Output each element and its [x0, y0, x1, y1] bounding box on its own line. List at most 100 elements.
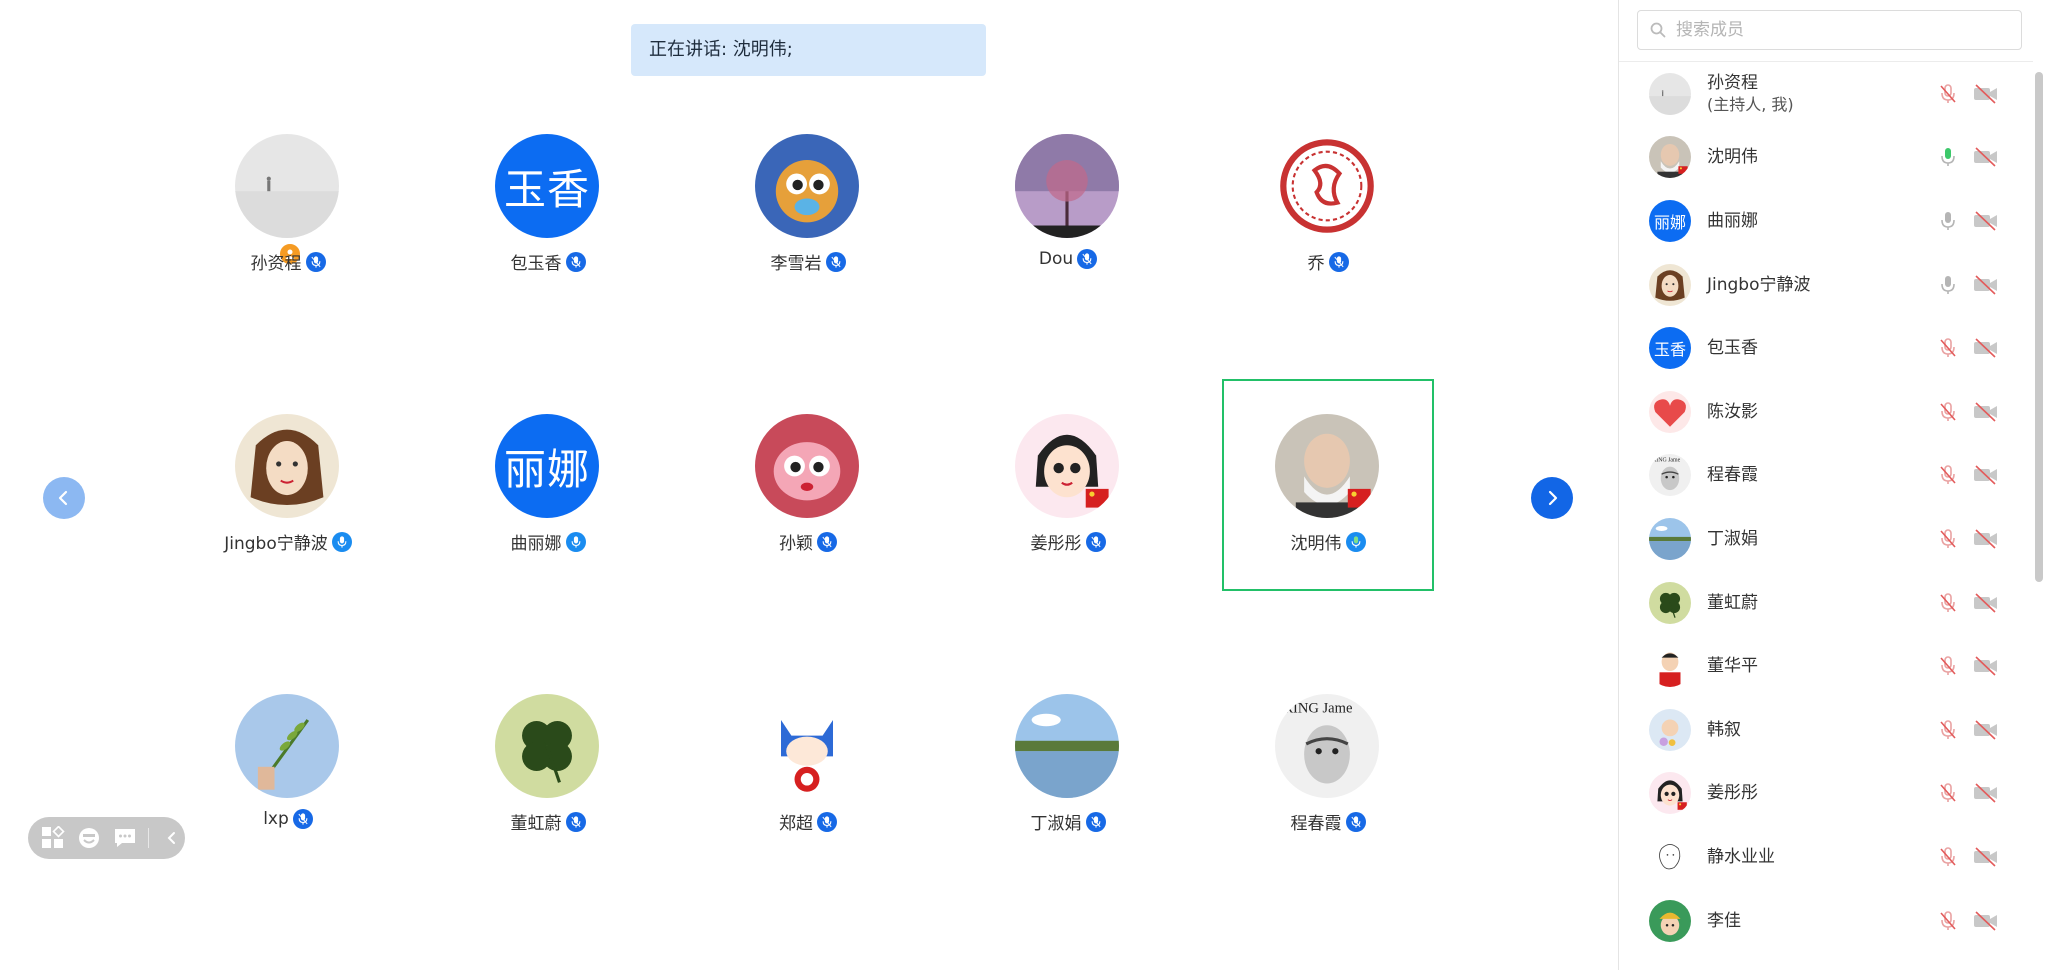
svg-text:A: A: [802, 722, 813, 738]
participant-name-row: Jingbo宁静波: [183, 529, 393, 554]
participant-avatar: [1275, 134, 1379, 238]
mic-muted-icon[interactable]: [1937, 464, 1959, 486]
camera-off-icon[interactable]: [1973, 464, 1999, 486]
camera-off-icon[interactable]: [1973, 337, 1999, 359]
member-name: Jingbo宁静波: [1707, 274, 1811, 295]
member-row[interactable]: 董虹蔚: [1619, 571, 2033, 635]
member-row[interactable]: 姜彤彤: [1619, 762, 2033, 826]
participant-tile[interactable]: RING Jame 程春霞: [1223, 694, 1433, 904]
mic-muted-icon: [817, 811, 837, 832]
member-row[interactable]: 沈明伟: [1619, 126, 2033, 190]
mic-muted-icon[interactable]: [1937, 401, 1959, 423]
member-row[interactable]: 董华平: [1619, 634, 2033, 698]
camera-off-icon[interactable]: [1973, 401, 1999, 423]
participant-name: 包玉香: [510, 254, 562, 274]
chat-icon[interactable]: [112, 825, 138, 851]
mic-muted-icon[interactable]: [1937, 846, 1959, 868]
mic-muted-icon: [817, 531, 837, 552]
layout-icon[interactable]: [40, 825, 66, 851]
member-avatar: [1649, 517, 1691, 560]
participant-tile[interactable]: 董虹蔚: [443, 694, 653, 904]
member-row[interactable]: 丁淑娟: [1619, 507, 2033, 571]
mic-muted-icon[interactable]: [1937, 655, 1959, 677]
participant-tile[interactable]: 玉香 包玉香: [443, 134, 653, 344]
camera-off-icon[interactable]: [1973, 274, 1999, 296]
mic-icon[interactable]: [1937, 210, 1959, 232]
mic-muted-icon[interactable]: [1937, 337, 1959, 359]
camera-off-icon[interactable]: [1973, 83, 1999, 105]
mic-muted-icon[interactable]: [1937, 592, 1959, 614]
participant-tile[interactable]: Jingbo宁静波: [183, 414, 393, 624]
member-row[interactable]: 陈汝影: [1619, 380, 2033, 444]
search-box[interactable]: [1637, 10, 2022, 50]
next-page-button[interactable]: [1531, 477, 1573, 519]
camera-off-icon[interactable]: [1973, 719, 1999, 741]
camera-off-icon[interactable]: [1973, 782, 1999, 804]
member-list-scrollbar[interactable]: [2035, 72, 2043, 582]
camera-off-icon[interactable]: [1973, 846, 1999, 868]
mic-muted-icon[interactable]: [1937, 83, 1959, 105]
participant-name: 董虹蔚: [510, 814, 562, 834]
member-row[interactable]: Jingbo宁静波: [1619, 253, 2033, 317]
member-row[interactable]: 静水业业: [1619, 825, 2033, 889]
participant-tile[interactable]: 丁淑娟: [963, 694, 1173, 904]
participant-tile[interactable]: 孙资程: [183, 134, 393, 344]
participant-tile[interactable]: A 郑超: [703, 694, 913, 904]
participant-avatar: [495, 694, 599, 798]
mic-muted-icon[interactable]: [1937, 910, 1959, 932]
mic-muted-icon[interactable]: [1937, 782, 1959, 804]
member-search-input[interactable]: [1674, 19, 2008, 41]
participant-tile[interactable]: Dou: [963, 134, 1173, 344]
emoji-icon[interactable]: [76, 825, 102, 851]
participant-name: 程春霞: [1290, 814, 1342, 834]
participant-tile[interactable]: 孙颖: [703, 414, 913, 624]
member-name-block: Jingbo宁静波: [1707, 274, 1811, 296]
participant-tile[interactable]: 丽娜 曲丽娜: [443, 414, 653, 624]
member-row[interactable]: 丽娜 曲丽娜: [1619, 189, 2033, 253]
participant-name-row: 孙资程: [183, 249, 393, 274]
member-role: (主持人, 我): [1707, 94, 1794, 114]
participant-name-row: Dou: [963, 249, 1173, 269]
participant-tile[interactable]: 姜彤彤: [963, 414, 1173, 624]
participant-avatar: [755, 134, 859, 238]
chevron-left-icon: [58, 490, 68, 506]
member-name: 丁淑娟: [1707, 528, 1758, 549]
member-avatar: [1649, 72, 1691, 115]
mic-muted-icon[interactable]: [1937, 719, 1959, 741]
member-name: 姜彤彤: [1707, 783, 1758, 804]
mic-muted-icon: [565, 251, 586, 272]
mic-icon[interactable]: [1937, 146, 1959, 168]
member-avatar: [1649, 708, 1691, 751]
member-name-block: 包玉香: [1707, 337, 1758, 359]
member-name: 程春霞: [1707, 465, 1758, 486]
participant-name: 乔: [1307, 254, 1325, 274]
member-row[interactable]: 玉香 包玉香: [1619, 316, 2033, 380]
participant-name-row: 郑超: [703, 809, 913, 834]
member-row[interactable]: RING Jame 程春霞: [1619, 444, 2033, 508]
participant-tile[interactable]: lxp: [183, 694, 393, 904]
mic-icon[interactable]: [1937, 274, 1959, 296]
collapse-icon[interactable]: [159, 825, 185, 851]
participant-avatar: A: [755, 694, 859, 798]
participant-tile[interactable]: 乔: [1223, 134, 1433, 344]
prev-page-button[interactable]: [43, 477, 85, 519]
participant-tile[interactable]: 李雪岩: [703, 134, 913, 344]
participant-name: 孙资程: [250, 254, 302, 274]
toolbar-divider: [148, 828, 149, 848]
participant-name: 姜彤彤: [1030, 534, 1082, 554]
member-row[interactable]: 李佳: [1619, 889, 2033, 953]
member-avatar: 丽娜: [1649, 199, 1691, 242]
camera-off-icon[interactable]: [1973, 910, 1999, 932]
member-row[interactable]: 韩叙: [1619, 698, 2033, 762]
camera-off-icon[interactable]: [1973, 210, 1999, 232]
mic-muted-icon[interactable]: [1937, 528, 1959, 550]
member-name: 董虹蔚: [1707, 592, 1758, 613]
camera-off-icon[interactable]: [1973, 655, 1999, 677]
camera-off-icon[interactable]: [1973, 528, 1999, 550]
member-name: 陈汝影: [1707, 401, 1758, 422]
member-avatar: [1649, 772, 1691, 815]
participant-name-row: 程春霞: [1223, 809, 1433, 834]
camera-off-icon[interactable]: [1973, 592, 1999, 614]
camera-off-icon[interactable]: [1973, 146, 1999, 168]
member-row[interactable]: 孙资程 (主持人, 我): [1619, 62, 2033, 126]
